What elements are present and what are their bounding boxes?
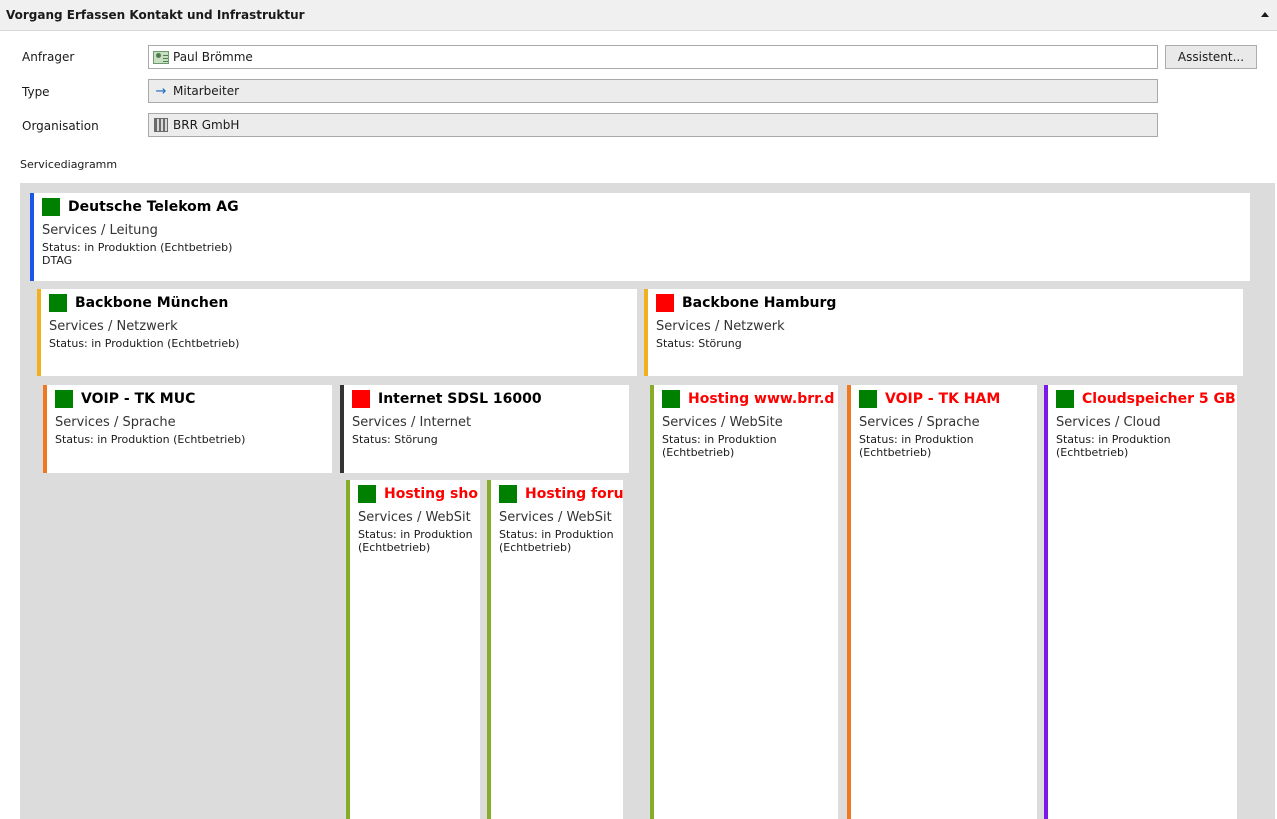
type-field[interactable]: → Mitarbeiter	[148, 79, 1158, 103]
service-node[interactable]: VOIP - TK MUC Services / Sprache Status:…	[43, 385, 332, 473]
contact-card-icon	[153, 50, 169, 64]
status-indicator	[55, 390, 73, 408]
building-icon	[153, 118, 169, 132]
node-title: Hosting sho	[384, 486, 478, 502]
node-category: Services / Leitung	[42, 223, 158, 238]
node-status: Status: in Produktion (Echtbetrieb)	[49, 337, 240, 350]
node-status: Status: in Produktion (Echtbetrieb)	[42, 241, 233, 254]
node-title: Internet SDSL 16000	[378, 391, 542, 407]
service-node[interactable]: Hosting sho Services / WebSit Status: in…	[346, 480, 480, 819]
arrow-right-icon: →	[155, 83, 167, 99]
service-node[interactable]: Deutsche Telekom AG Services / Leitung S…	[30, 193, 1250, 281]
service-node[interactable]: Cloudspeicher 5 GB Services / Cloud Stat…	[1044, 385, 1237, 819]
node-title: VOIP - TK MUC	[81, 391, 196, 407]
node-category: Services / WebSit	[499, 510, 612, 525]
node-status: Status: in Produktion (Echtbetrieb)	[358, 528, 473, 554]
status-indicator	[859, 390, 877, 408]
service-node[interactable]: Backbone München Services / Netzwerk Sta…	[37, 289, 637, 376]
node-status: Status: Störung	[352, 433, 438, 446]
node-category: Services / WebSit	[358, 510, 471, 525]
node-category: Services / Internet	[352, 415, 472, 430]
service-node[interactable]: Backbone Hamburg Services / Netzwerk Sta…	[644, 289, 1243, 376]
service-node[interactable]: VOIP - TK HAM Services / Sprache Status:…	[847, 385, 1037, 819]
status-indicator	[662, 390, 680, 408]
node-title: Hosting www.brr.d	[688, 391, 835, 407]
node-category: Services / Sprache	[55, 415, 176, 430]
organisation-field[interactable]: BRR GmbH	[148, 113, 1158, 137]
section-title: Vorgang Erfassen Kontakt und Infrastrukt…	[6, 8, 305, 22]
node-title: VOIP - TK HAM	[885, 391, 1001, 407]
type-value: Mitarbeiter	[173, 84, 240, 98]
service-node[interactable]: Internet SDSL 16000 Services / Internet …	[340, 385, 629, 473]
status-indicator	[499, 485, 517, 503]
type-label: Type	[22, 85, 50, 99]
organisation-value: BRR GmbH	[173, 118, 240, 132]
organisation-label: Organisation	[22, 119, 99, 133]
collapse-up-icon[interactable]	[1261, 12, 1269, 17]
status-indicator	[656, 294, 674, 312]
status-indicator	[49, 294, 67, 312]
node-title: Hosting foru	[525, 486, 623, 502]
status-indicator	[352, 390, 370, 408]
service-node[interactable]: Hosting foru Services / WebSit Status: i…	[487, 480, 623, 819]
status-indicator	[42, 198, 60, 216]
status-indicator	[358, 485, 376, 503]
node-status: Status: in Produktion (Echtbetrieb)	[662, 433, 777, 459]
status-indicator	[1056, 390, 1074, 408]
node-status: Status: in Produktion (Echtbetrieb)	[55, 433, 246, 446]
node-category: Services / Netzwerk	[656, 319, 785, 334]
node-status: Status: in Produktion (Echtbetrieb)	[859, 433, 974, 459]
section-header[interactable]: Vorgang Erfassen Kontakt und Infrastrukt…	[0, 0, 1277, 31]
node-category: Services / Cloud	[1056, 415, 1161, 430]
service-diagram: Deutsche Telekom AG Services / Leitung S…	[20, 183, 1275, 819]
node-status: Status: Störung	[656, 337, 742, 350]
node-status: Status: in Produktion (Echtbetrieb)	[1056, 433, 1171, 459]
node-extra: DTAG	[42, 254, 73, 267]
requester-label: Anfrager	[22, 50, 75, 64]
requester-value: Paul Brömme	[173, 50, 253, 64]
node-category: Services / Sprache	[859, 415, 980, 430]
diagram-label: Servicediagramm	[20, 158, 118, 171]
node-title: Backbone Hamburg	[682, 295, 837, 311]
node-category: Services / Netzwerk	[49, 319, 178, 334]
service-node[interactable]: Hosting www.brr.d Services / WebSite Sta…	[650, 385, 838, 819]
node-status: Status: in Produktion (Echtbetrieb)	[499, 528, 614, 554]
node-title: Cloudspeicher 5 GB	[1082, 391, 1236, 407]
assistant-button[interactable]: Assistent...	[1165, 45, 1257, 69]
node-category: Services / WebSite	[662, 415, 783, 430]
node-title: Deutsche Telekom AG	[68, 199, 239, 215]
requester-field[interactable]: Paul Brömme	[148, 45, 1158, 69]
node-title: Backbone München	[75, 295, 229, 311]
